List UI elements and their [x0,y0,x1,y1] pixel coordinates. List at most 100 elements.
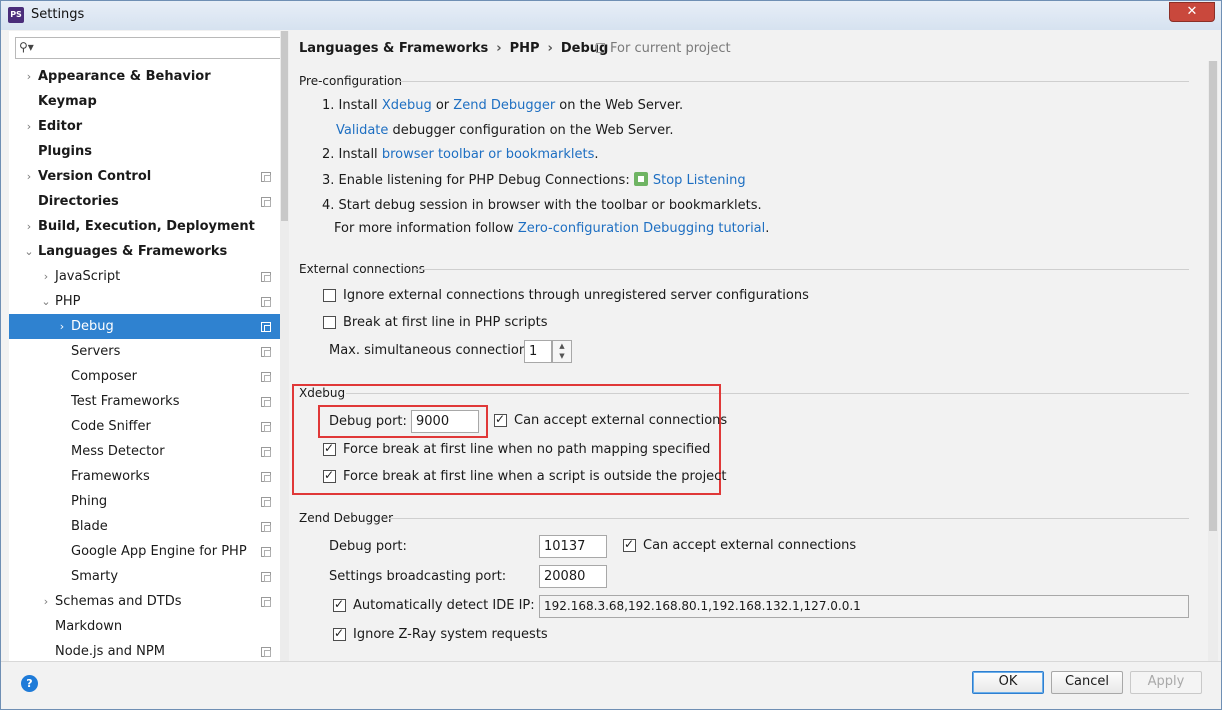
tree-item-php[interactable]: ⌄ PHP [9,289,287,314]
broadcast-port-input[interactable]: 20080 [539,565,607,588]
tree-item-frameworks[interactable]: Frameworks [9,464,287,489]
for-project-text: For current project [610,41,731,56]
tree-item-debug[interactable]: › Debug [9,314,287,339]
chevron-right-icon[interactable]: › [23,214,35,239]
dialog-footer: ? OK Cancel Apply [1,661,1221,709]
tree-item-javascript[interactable]: › JavaScript [9,264,287,289]
project-icon [596,43,605,53]
content-scrollbar[interactable] [1208,61,1218,661]
tree-item-keymap[interactable]: Keymap [9,89,287,114]
ignore-external-label: Ignore external connections through unre… [343,288,809,303]
project-level-icon [261,272,271,282]
xdebug-accept-external-checkbox[interactable] [494,412,507,427]
force-break-outside-project-checkbox[interactable] [323,468,336,483]
chevron-right-icon[interactable]: › [40,264,52,289]
tree-item-label: Smarty [71,569,119,584]
chevron-right-icon[interactable]: › [40,589,52,614]
ignore-external-checkbox[interactable] [323,289,336,302]
apply-button[interactable]: Apply [1130,671,1202,694]
tree-item-node-js-and-npm[interactable]: Node.js and NPM [9,639,287,661]
tree-item-label: Blade [71,519,108,534]
ignore-zray-checkbox[interactable] [333,626,346,641]
tree-item-label: Markdown [55,619,123,634]
tree-item-servers[interactable]: Servers [9,339,287,364]
tree-item-composer[interactable]: Composer [9,364,287,389]
divider [389,518,1189,519]
force-break-outside-project-label: Force break at first line when a script … [343,469,727,484]
step1-suffix: on the Web Server. [555,98,684,113]
force-break-no-mapping-checkbox[interactable] [323,441,336,456]
tree-item-code-sniffer[interactable]: Code Sniffer [9,414,287,439]
chevron-right-icon[interactable]: › [56,314,68,339]
zend-section-title: Zend Debugger [299,511,394,525]
preconfig-step1: 1. Install Xdebug or Zend Debugger on th… [322,98,683,113]
tree-item-label: JavaScript [55,269,121,284]
step4b-suffix: . [765,221,770,236]
project-level-icon [261,597,271,607]
settings-search-input[interactable]: ⚲▾ [15,37,281,59]
tree-item-markdown[interactable]: Markdown [9,614,287,639]
help-icon[interactable]: ? [21,675,38,692]
preconfig-step1b: Validate debugger configuration on the W… [336,123,673,138]
tree-item-plugins[interactable]: Plugins [9,139,287,164]
zend-debugger-link[interactable]: Zend Debugger [453,98,555,113]
tree-item-test-frameworks[interactable]: Test Frameworks [9,389,287,414]
tree-item-google-app-engine-for-php[interactable]: Google App Engine for PHP [9,539,287,564]
tree-item-schemas-and-dtds[interactable]: › Schemas and DTDs [9,589,287,614]
max-connections-input[interactable]: 1 [524,340,552,363]
max-connections-spinner[interactable]: ▲ ▼ [552,340,572,363]
tree-item-version-control[interactable]: › Version Control [9,164,287,189]
preconfig-section-title: Pre-configuration [299,74,403,88]
chevron-right-icon[interactable]: › [23,114,35,139]
tree-item-build-execution-deployment[interactable]: › Build, Execution, Deployment [9,214,287,239]
stop-listening-link[interactable]: Stop Listening [653,173,746,188]
settings-window: PS Settings ✕ ⚲▾ › Appearance & Behavior K… [0,0,1222,710]
chevron-down-icon[interactable]: ⌄ [40,289,52,314]
tree-item-label: Phing [71,494,108,509]
zero-config-tutorial-link[interactable]: Zero-configuration Debugging tutorial [518,221,765,236]
tree-item-directories[interactable]: Directories [9,189,287,214]
chevron-right-icon[interactable]: › [23,64,35,89]
external-section-title: External connections [299,262,425,276]
xdebug-port-input[interactable]: 9000 [411,410,479,433]
chevron-down-icon[interactable]: ⌄ [23,239,35,264]
breadcrumb: Languages & Frameworks › PHP › Debug [299,41,608,56]
listening-phone-icon [633,172,648,186]
tree-item-mess-detector[interactable]: Mess Detector [9,439,287,464]
tree-item-appearance-behavior[interactable]: › Appearance & Behavior [9,64,287,89]
title-bar: PS Settings ✕ [1,1,1221,30]
tree-scrollbar[interactable] [280,31,289,661]
tree-item-blade[interactable]: Blade [9,514,287,539]
ide-ip-input[interactable]: 192.168.3.68,192.168.80.1,192.168.132.1,… [539,595,1189,618]
tree-item-phing[interactable]: Phing [9,489,287,514]
content-scrollbar-thumb[interactable] [1209,61,1217,531]
zend-accept-external-label: Can accept external connections [643,538,857,553]
project-level-icon [261,497,271,507]
tree-item-label: Mess Detector [71,444,165,459]
tree-scrollbar-thumb[interactable] [281,31,288,221]
tree-item-editor[interactable]: › Editor [9,114,287,139]
tree-item-smarty[interactable]: Smarty [9,564,287,589]
tree-item-label: Build, Execution, Deployment [38,219,255,234]
xdebug-link[interactable]: Xdebug [382,98,432,113]
chevron-right-icon[interactable]: › [23,164,35,189]
tree-item-label: Languages & Frameworks [38,244,228,259]
tree-item-label: Keymap [38,94,97,109]
chevron-down-icon[interactable]: ▼ [553,351,571,361]
cancel-button[interactable]: Cancel [1051,671,1123,694]
validate-link[interactable]: Validate [336,123,388,138]
step2-prefix: 2. Install [322,147,382,162]
zend-accept-external-checkbox[interactable] [623,537,636,552]
close-window-button[interactable]: ✕ [1169,2,1215,22]
project-level-icon [261,647,271,657]
ok-button[interactable]: OK [972,671,1044,694]
tree-item-languages-frameworks[interactable]: ⌄ Languages & Frameworks [9,239,287,264]
break-first-line-checkbox[interactable] [323,316,336,329]
chevron-up-icon[interactable]: ▲ [553,341,571,351]
browser-toolbar-link[interactable]: browser toolbar or bookmarklets [382,147,595,162]
zend-port-input[interactable]: 10137 [539,535,607,558]
phpstorm-app-icon: PS [8,7,24,23]
auto-detect-ip-checkbox[interactable] [333,597,346,612]
search-icon[interactable]: ⚲▾ [19,40,41,56]
tree-item-label: Appearance & Behavior [38,69,211,84]
